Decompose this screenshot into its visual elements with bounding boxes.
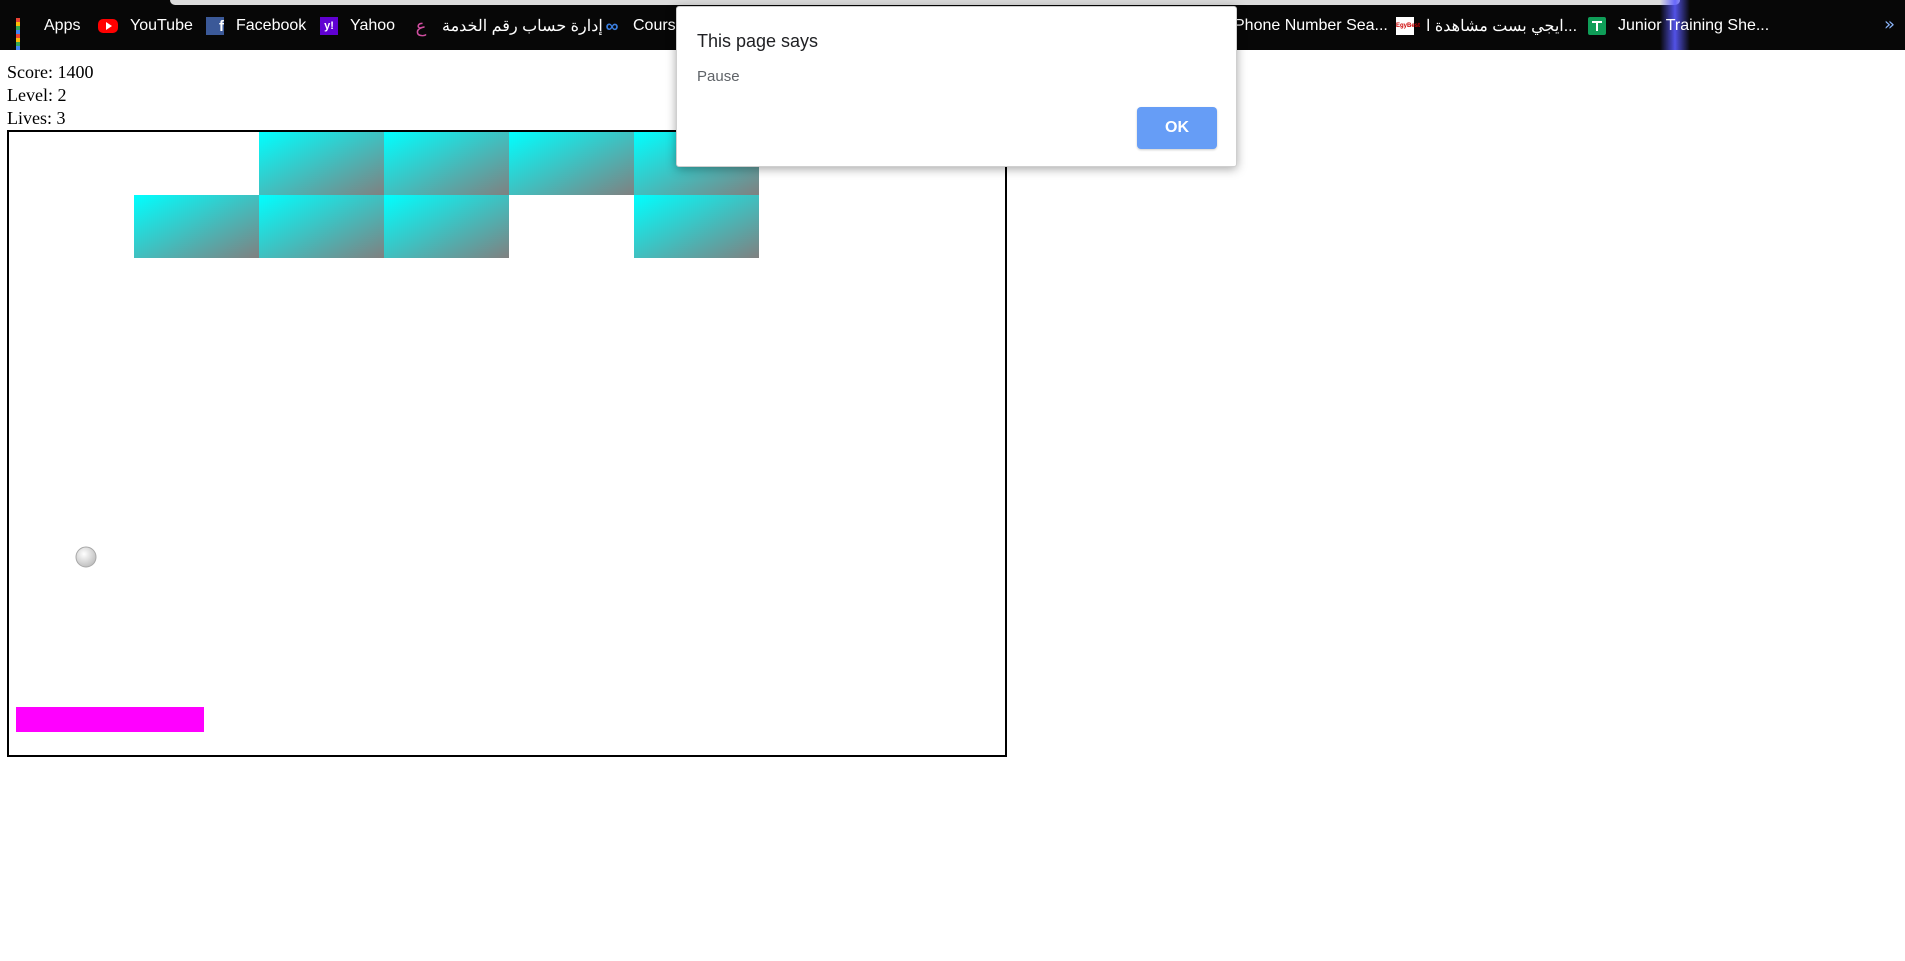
yahoo-icon: y! xyxy=(320,17,338,35)
score-text: Score: 1400 xyxy=(7,62,94,82)
bookmark-etisalat[interactable]: ع إدارة حساب رقم الخدمة xyxy=(412,14,603,38)
game-board xyxy=(16,132,759,732)
game-hud: Score: 1400 Level: 2 Lives: 3 xyxy=(7,61,93,130)
brick xyxy=(259,195,384,258)
ok-button[interactable]: OK xyxy=(1137,107,1217,149)
brick xyxy=(384,132,509,195)
brick xyxy=(259,132,384,195)
bookmark-label: ايجي بست مشاهدة ا... xyxy=(1426,18,1578,35)
bookmark-coursera[interactable]: ∞ Course xyxy=(603,14,685,38)
coursera-icon: ∞ xyxy=(605,16,619,36)
paddle[interactable] xyxy=(16,707,204,732)
etisalat-icon: ع xyxy=(415,16,427,36)
egybest-icon: EgyBest xyxy=(1396,17,1420,35)
bookmark-junior-training[interactable]: Junior Training She... xyxy=(1588,14,1769,38)
brick-wall xyxy=(134,132,759,258)
youtube-icon xyxy=(98,19,118,33)
bookmark-phone-number-search[interactable]: Phone Number Sea... xyxy=(1234,14,1388,38)
brick xyxy=(134,195,259,258)
lives-text: Lives: 3 xyxy=(7,108,66,128)
level-text: Level: 2 xyxy=(7,85,67,105)
apps-grid-icon xyxy=(16,18,32,50)
bookmark-label: Apps xyxy=(44,17,81,34)
brick xyxy=(384,195,509,258)
google-sheets-icon xyxy=(1588,17,1606,35)
ball xyxy=(75,546,97,568)
bookmark-label: Facebook xyxy=(236,17,307,34)
bookmark-apps[interactable]: Apps xyxy=(16,14,81,50)
bookmark-facebook[interactable]: f Facebook xyxy=(206,14,306,38)
bookmark-label: YouTube xyxy=(130,17,193,34)
bookmark-label: Yahoo xyxy=(350,17,396,34)
brick xyxy=(634,195,759,258)
dialog-message: Pause xyxy=(697,68,740,85)
bookmark-label: Phone Number Sea... xyxy=(1234,17,1388,34)
bookmark-youtube[interactable]: YouTube xyxy=(98,14,193,38)
alert-dialog: This page says Pause OK xyxy=(676,6,1237,167)
facebook-icon: f xyxy=(206,17,224,35)
more-bookmarks-chevron-icon[interactable]: » xyxy=(1884,14,1895,35)
bookmark-label: Junior Training She... xyxy=(1618,17,1770,34)
brick xyxy=(509,132,634,195)
bookmark-label: إدارة حساب رقم الخدمة xyxy=(442,18,603,35)
bookmark-yahoo[interactable]: y! Yahoo xyxy=(320,14,395,38)
address-bar-edge xyxy=(170,0,1680,5)
game-canvas[interactable] xyxy=(7,130,1007,757)
bookmark-egybest[interactable]: EgyBest ايجي بست مشاهدة ا... xyxy=(1396,14,1577,38)
dialog-title: This page says xyxy=(697,31,819,51)
